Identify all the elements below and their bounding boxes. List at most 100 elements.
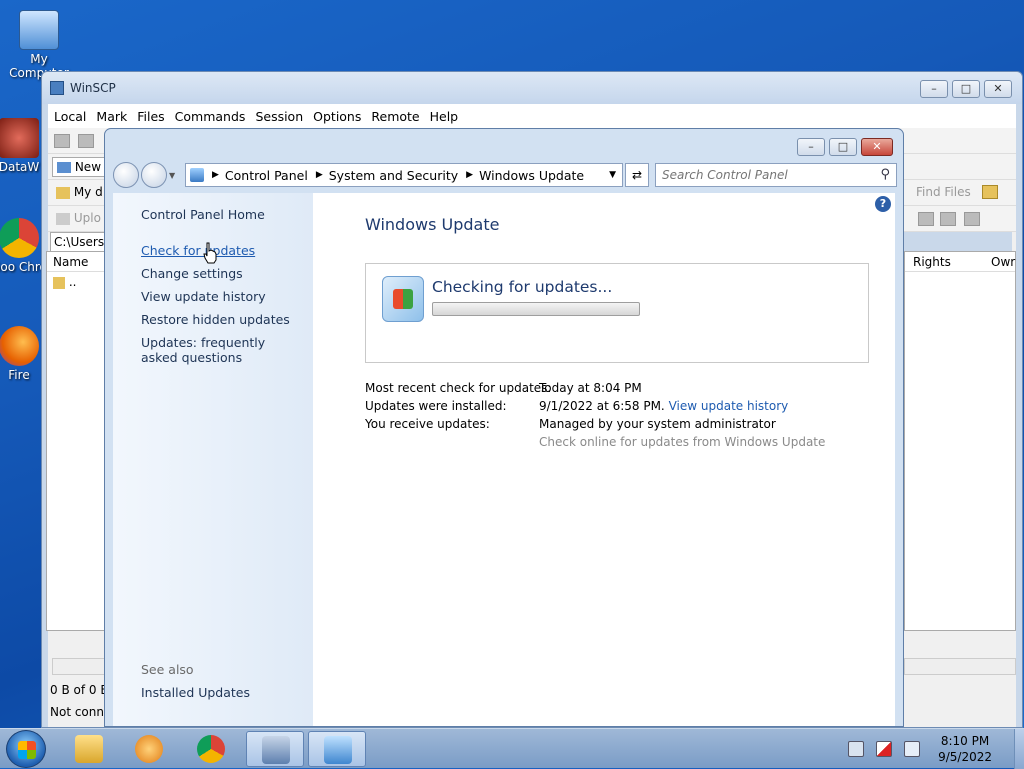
toolbar-icon[interactable] [54,134,70,148]
update-progress-bar [432,302,640,316]
hand-cursor-icon [203,242,217,264]
maximize-button[interactable]: □ [952,80,980,98]
windows-logo-icon [18,741,36,759]
local-path-bar[interactable]: C:\Users\ [50,232,112,252]
breadcrumb-control-panel[interactable]: Control Panel [225,168,308,183]
remote-file-pane[interactable]: Rights Owr [904,251,1016,631]
windows-update-icon [382,276,424,322]
recent-pages-chevron-icon[interactable]: ▼ [169,171,175,180]
maximize-button[interactable]: □ [829,138,857,156]
remote-path-bar [898,232,1012,252]
local-path: C:\Users\ [54,235,109,249]
check-online-note: Check online for updates from Windows Up… [539,435,826,449]
menu-mark[interactable]: Mark [96,109,127,124]
check-for-updates-link[interactable]: Check for updates [141,243,255,258]
close-button[interactable]: ✕ [984,80,1012,98]
task-pane: Control Panel Home Check for updates Cha… [113,193,313,726]
info-label: You receive updates: [365,417,490,431]
breadcrumb-windows-update[interactable]: Windows Update [479,168,584,183]
remote-horizontal-scrollbar[interactable] [904,658,1016,675]
volume-icon[interactable] [904,741,921,757]
find-files-label: Find Files [916,185,971,199]
computer-icon [19,10,59,50]
show-desktop-button[interactable] [1014,729,1024,769]
breadcrumb-arrow-icon[interactable]: ▶ [316,170,323,180]
view-update-history-inline-link[interactable]: View update history [669,399,789,413]
minimize-button[interactable]: – [920,80,948,98]
address-dropdown-icon[interactable]: ▼ [609,170,616,180]
refresh-button[interactable]: ⇄ [625,163,649,187]
updates-faq-link[interactable]: Updates: frequently asked questions [141,335,291,365]
breadcrumb-system-and-security[interactable]: System and Security [329,168,458,183]
start-button[interactable] [6,730,46,768]
taskbar-control-panel[interactable] [308,731,366,767]
column-rights-header[interactable]: Rights [913,255,951,269]
control-panel-home-link[interactable]: Control Panel Home [141,207,265,222]
chrome-icon [197,735,225,763]
search-icon[interactable]: ⚲ [880,167,890,182]
menu-commands[interactable]: Commands [175,109,246,124]
info-value: Today at 8:04 PM [539,381,642,395]
menu-local[interactable]: Local [54,109,86,124]
control-panel-content: Control Panel Home Check for updates Cha… [113,193,895,726]
menu-remote[interactable]: Remote [371,109,419,124]
column-owner-header[interactable]: Owr [991,255,1015,269]
taskbar-winscp[interactable] [246,731,304,767]
find-files-button[interactable]: Find Files [916,185,971,199]
installed-updates-link[interactable]: Installed Updates [141,685,250,700]
clock[interactable]: 8:10 PM 9/5/2022 [938,733,992,765]
minimize-button[interactable]: – [797,138,825,156]
taskbar-media-player[interactable] [120,731,178,767]
action-center-flag-icon[interactable] [876,741,893,757]
update-status-box: Checking for updates... [365,263,869,363]
winscp-icon [262,736,290,764]
taskbar-chrome[interactable] [182,731,240,767]
toolbar-icon[interactable] [77,134,94,148]
my-documents-button[interactable]: My d [56,185,103,199]
menu-session[interactable]: Session [255,109,303,124]
breadcrumb-arrow-icon[interactable]: ▶ [212,170,219,180]
minus-icon[interactable] [940,212,956,226]
page-title: Windows Update [365,215,500,234]
clock-date: 9/5/2022 [938,750,992,764]
desktop-icon-label: DataW [0,160,40,174]
winscp-title: WinSCP [70,81,116,95]
menu-files[interactable]: Files [137,109,164,124]
tree-icon[interactable] [982,185,998,199]
restore-hidden-updates-link[interactable]: Restore hidden updates [141,312,290,327]
local-horizontal-scrollbar[interactable] [52,658,106,675]
folder-icon [75,735,103,763]
control-panel-window: – □ ✕ ▼ ▶ Control Panel ▶ System and Sec… [104,128,904,727]
back-button[interactable] [113,162,139,188]
address-bar[interactable]: ▶ Control Panel ▶ System and Security ▶ … [185,163,623,187]
windows-update-main: Windows Update Checking for updates... M… [365,193,895,726]
system-tray: 8:10 PM 9/5/2022 [842,729,1024,769]
breadcrumb-arrow-icon[interactable]: ▶ [466,170,473,180]
info-value: Managed by your system administrator [539,417,776,431]
parent-dir-label: .. [68,275,77,289]
filter-icon[interactable] [964,212,980,226]
remote-header: Rights Owr [905,252,1015,272]
close-button[interactable]: ✕ [861,138,893,156]
control-panel-icon [324,736,352,764]
plus-icon[interactable] [918,212,934,226]
parent-dir-row[interactable]: .. [47,272,105,292]
winscp-app-icon [50,81,64,95]
new-session-button[interactable]: New [52,157,107,177]
forward-button[interactable] [141,162,167,188]
winscp-titlebar[interactable]: WinSCP [42,72,1022,104]
network-icon[interactable] [848,741,865,757]
taskbar-explorer[interactable] [60,731,118,767]
column-name-header[interactable]: Name [47,252,105,272]
menu-help[interactable]: Help [430,109,459,124]
see-also-heading: See also [141,662,194,677]
upload-button[interactable]: Uplo [56,211,101,225]
change-settings-link[interactable]: Change settings [141,266,243,281]
desktop-icon-my-computer[interactable]: My Computer [2,10,76,80]
local-file-pane[interactable]: Name .. [46,251,106,631]
taskbar: 8:10 PM 9/5/2022 [0,728,1024,769]
view-update-history-link[interactable]: View update history [141,289,266,304]
menu-options[interactable]: Options [313,109,361,124]
search-input[interactable] [656,164,868,186]
info-value-installed: 9/1/2022 at 6:58 PM. View update history [539,399,788,413]
